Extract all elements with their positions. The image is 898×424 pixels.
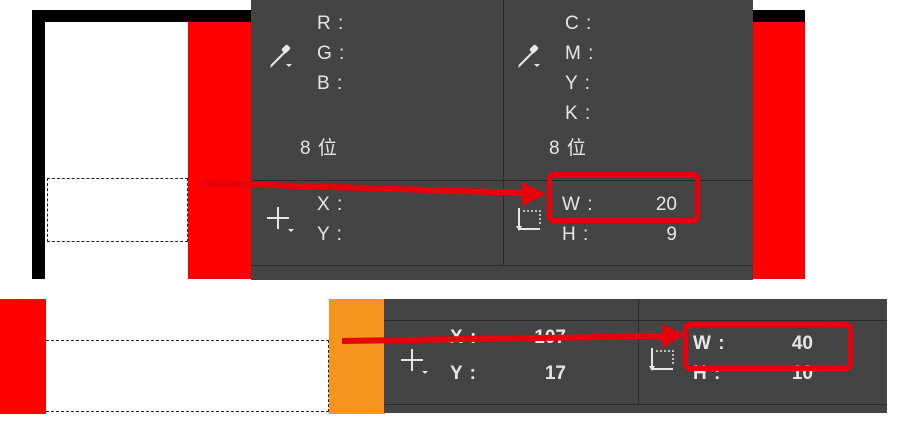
arrow-bottom [341,324,684,348]
annotation-arrows [201,180,684,348]
arrow-top [201,180,546,206]
